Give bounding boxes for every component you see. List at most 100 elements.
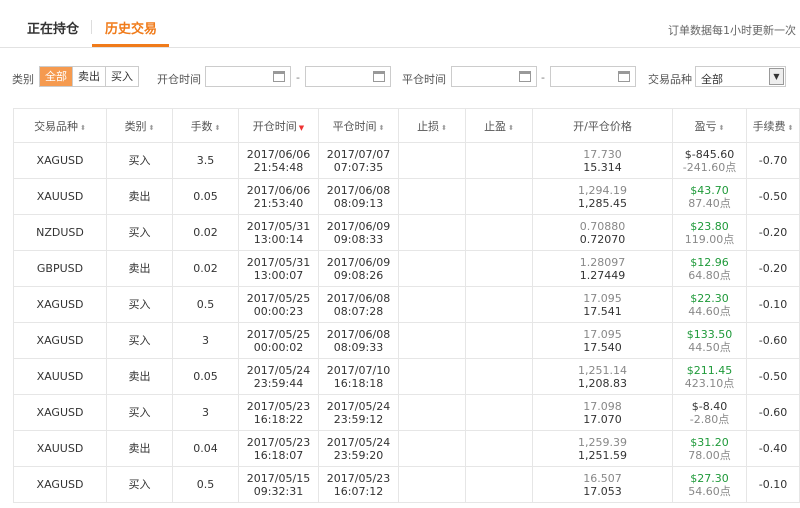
close-time-cell: 2017/05/23 16:07:12 — [318, 466, 399, 503]
open-price: 16.507 — [583, 471, 622, 485]
open-price: 17.095 — [583, 291, 622, 305]
type-cell: 卖出 — [106, 358, 173, 395]
sort-icon[interactable]: ⬍ — [441, 124, 447, 132]
lots-cell: 0.5 — [172, 466, 239, 503]
close-price: 17.053 — [583, 484, 622, 498]
col-open-time-header[interactable]: 开仓时间 ▼ — [238, 108, 319, 143]
pnl-cell: $-8.40 -2.80点 — [672, 394, 747, 431]
open-price: 17.098 — [583, 399, 622, 413]
table-row: XAUUSD 卖出 0.05 2017/05/24 23:59:44 2017/07/10… — [13, 358, 800, 395]
open-price: 1,259.39 — [578, 435, 627, 449]
calendar-icon[interactable] — [273, 71, 285, 82]
calendar-icon[interactable] — [373, 71, 385, 82]
price-cell: 17.730 15.314 — [532, 142, 673, 179]
table-row: XAUUSD 卖出 0.04 2017/05/23 16:18:07 2017/05/24… — [13, 430, 800, 467]
col-symbol-header[interactable]: 交易品种 ⬍ — [13, 108, 107, 143]
close-price: 17.070 — [583, 412, 622, 426]
tab-bar: 正在持仓 历史交易 订单数据每1小时更新一次 — [0, 0, 800, 48]
col-lots-header[interactable]: 手数 ⬍ — [172, 108, 239, 143]
take-profit-cell — [465, 430, 533, 467]
type-cell: 卖出 — [106, 430, 173, 467]
symbol-cell: GBPUSD — [13, 250, 107, 287]
close-price: 1,285.45 — [578, 196, 627, 210]
chevron-down-icon[interactable]: ▼ — [769, 68, 784, 85]
close-time-cell: 2017/07/10 16:18:18 — [318, 358, 399, 395]
fee-cell: -0.10 — [746, 466, 800, 503]
close-price: 1,251.59 — [578, 448, 627, 462]
sort-desc-icon[interactable]: ▼ — [299, 124, 304, 132]
pnl-cell: $-845.60 -241.60点 — [672, 142, 747, 179]
calendar-icon[interactable] — [618, 71, 630, 82]
open-time-cell: 2017/05/15 09:32:31 — [238, 466, 319, 503]
col-type-header[interactable]: 类别 ⬍ — [106, 108, 173, 143]
category-sell-button[interactable]: 卖出 — [72, 67, 105, 86]
open-price: 1.28097 — [579, 255, 626, 269]
open-time-end-input[interactable] — [305, 66, 391, 87]
fee-cell: -0.20 — [746, 214, 800, 251]
category-buy-button[interactable]: 买入 — [105, 67, 138, 86]
type-cell: 买入 — [106, 286, 173, 323]
pnl-amount: $-8.40 — [691, 399, 728, 413]
lots-cell: 0.02 — [172, 250, 239, 287]
close-time-end-input[interactable] — [550, 66, 636, 87]
fee-cell: -0.20 — [746, 250, 800, 287]
fee-cell: -0.40 — [746, 430, 800, 467]
pnl-amount: $22.30 — [690, 291, 729, 305]
open-time-label: 开仓时间 — [157, 73, 201, 86]
stop-loss-cell — [398, 142, 466, 179]
price-cell: 1.28097 1.27449 — [532, 250, 673, 287]
pnl-points: 87.40点 — [688, 196, 731, 210]
sort-icon[interactable]: ⬍ — [379, 124, 385, 132]
take-profit-cell — [465, 214, 533, 251]
tab-history[interactable]: 历史交易 — [105, 18, 157, 37]
price-cell: 16.507 17.053 — [532, 466, 673, 503]
table-row: XAUUSD 卖出 0.05 2017/06/06 21:53:40 2017/06/08… — [13, 178, 800, 215]
sort-icon[interactable]: ⬍ — [719, 124, 725, 132]
pnl-amount: $133.50 — [686, 327, 733, 341]
tab-divider — [91, 20, 92, 34]
update-notice: 订单数据每1小时更新一次 — [668, 24, 796, 37]
close-time-start-input[interactable] — [451, 66, 537, 87]
tab-holding[interactable]: 正在持仓 — [27, 18, 79, 37]
lots-cell: 3 — [172, 322, 239, 359]
col-stop-loss-header[interactable]: 止损 ⬍ — [398, 108, 466, 143]
open-time-start-input[interactable] — [205, 66, 291, 87]
active-tab-indicator — [92, 44, 169, 47]
sort-icon[interactable]: ⬍ — [149, 124, 155, 132]
symbol-select[interactable]: 全部 ▼ — [695, 66, 786, 87]
col-pnl-header[interactable]: 盈亏 ⬍ — [672, 108, 747, 143]
open-time-cell: 2017/05/25 00:00:02 — [238, 322, 319, 359]
range-dash: - — [541, 71, 545, 84]
lots-cell: 0.05 — [172, 358, 239, 395]
col-close-time-header[interactable]: 平仓时间 ⬍ — [318, 108, 399, 143]
col-take-profit-header[interactable]: 止盈 ⬍ — [465, 108, 533, 143]
symbol-select-value: 全部 — [701, 73, 723, 86]
category-all-button[interactable]: 全部 — [40, 67, 72, 86]
table-row: XAGUSD 买入 0.5 2017/05/25 00:00:23 2017/06/08 0… — [13, 286, 800, 323]
sort-icon[interactable]: ⬍ — [215, 124, 221, 132]
symbol-cell: XAGUSD — [13, 322, 107, 359]
sort-icon[interactable]: ⬍ — [508, 124, 514, 132]
table-row: NZDUSD 买入 0.02 2017/05/31 13:00:14 2017/06/09… — [13, 214, 800, 251]
open-time-cell: 2017/06/06 21:54:48 — [238, 142, 319, 179]
close-price: 17.540 — [583, 340, 622, 354]
pnl-cell: $43.70 87.40点 — [672, 178, 747, 215]
type-cell: 卖出 — [106, 178, 173, 215]
filter-bar: 类别 全部 卖出 买入 开仓时间 - 平仓时间 - 交易品种 全部 ▼ — [0, 66, 800, 90]
col-fee-header[interactable]: 手续费 ⬍ — [746, 108, 800, 143]
calendar-icon[interactable] — [519, 71, 531, 82]
sort-icon[interactable]: ⬍ — [788, 124, 794, 132]
open-price: 17.095 — [583, 327, 622, 341]
range-dash: - — [296, 71, 300, 84]
stop-loss-cell — [398, 214, 466, 251]
lots-cell: 0.05 — [172, 178, 239, 215]
price-cell: 17.095 17.540 — [532, 322, 673, 359]
close-time-cell: 2017/06/08 08:09:33 — [318, 322, 399, 359]
pnl-amount: $23.80 — [690, 219, 729, 233]
price-cell: 1,251.14 1,208.83 — [532, 358, 673, 395]
table-row: XAGUSD 买入 3 2017/05/23 16:18:22 2017/05/24 23:… — [13, 394, 800, 431]
take-profit-cell — [465, 466, 533, 503]
sort-icon[interactable]: ⬍ — [80, 124, 86, 132]
pnl-amount: $27.30 — [690, 471, 729, 485]
pnl-amount: $-845.60 — [684, 147, 735, 161]
